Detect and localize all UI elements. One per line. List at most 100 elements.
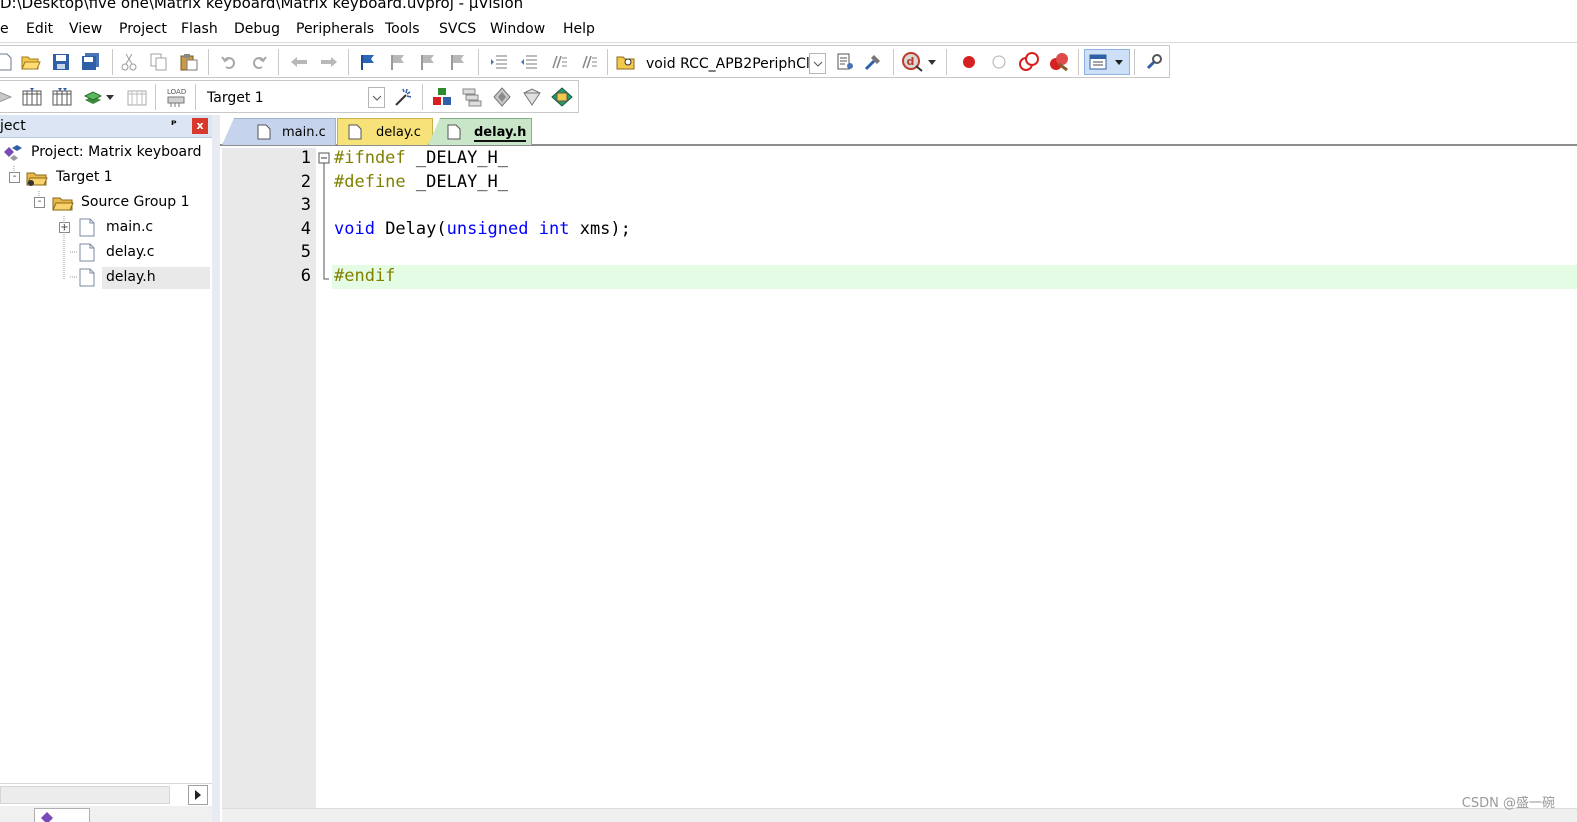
toolbar-build: LOAD Target 1 — [0, 80, 1577, 114]
redo-icon[interactable] — [248, 51, 270, 73]
close-icon[interactable]: x — [192, 118, 208, 134]
menu-window[interactable]: Window — [490, 21, 545, 37]
comment-icon[interactable] — [548, 51, 570, 73]
editor-horizontal-scrollbar[interactable] — [222, 808, 1577, 822]
find-in-files-icon[interactable] — [615, 51, 637, 73]
bookmark-icon[interactable] — [357, 51, 379, 73]
code-token: _DELAY_H_ — [405, 148, 509, 168]
breakpoints-kill-all-icon[interactable] — [1048, 51, 1070, 73]
find-replace-icon[interactable] — [863, 51, 885, 73]
function-combo[interactable]: void RCC_APB2PeriphClo — [646, 53, 826, 75]
code-token: #ifndef — [334, 148, 406, 168]
save-icon[interactable] — [50, 51, 72, 73]
chevron-down-icon[interactable] — [926, 51, 938, 73]
code-line[interactable]: #endif — [334, 266, 395, 286]
bookmark-clear-icon[interactable] — [447, 51, 469, 73]
code-editor[interactable] — [332, 148, 1577, 808]
toolbar-separator — [893, 49, 894, 75]
menu-peripherals[interactable]: Peripherals — [296, 21, 374, 37]
code-token: #endif — [334, 265, 396, 286]
chevron-down-icon[interactable] — [809, 53, 826, 74]
pin-icon[interactable]: ᴾ — [171, 118, 177, 132]
tools-wrench-icon[interactable] — [1143, 51, 1165, 73]
menu-debug[interactable]: Debug — [234, 21, 280, 37]
panel-splitter[interactable] — [212, 115, 220, 822]
select-device-icon[interactable] — [521, 86, 543, 108]
target-options-icon[interactable] — [392, 86, 414, 108]
tab-functions[interactable] — [150, 808, 198, 822]
run-time-env-icon[interactable] — [551, 86, 573, 108]
debug-session-icon[interactable]: d — [902, 51, 924, 73]
uncomment-icon[interactable] — [578, 51, 600, 73]
line-number: 5 — [300, 242, 311, 262]
code-token: xms); — [569, 218, 631, 239]
stop-build-icon[interactable] — [126, 86, 148, 108]
code-token: unsigned — [446, 218, 529, 239]
open-folder-icon[interactable] — [20, 51, 42, 73]
code-line[interactable]: void Delay(unsigned int xms); — [334, 219, 631, 239]
save-all-icon[interactable] — [80, 51, 102, 73]
window-layout-icon[interactable] — [1084, 49, 1130, 75]
tab-main-c[interactable]: main.c — [222, 118, 336, 145]
translate-icon[interactable] — [0, 86, 16, 108]
chevron-down-icon[interactable] — [104, 86, 116, 108]
tab-label: delay.h — [474, 125, 527, 142]
project-panel-title: ject — [0, 118, 26, 134]
nav-forward-icon[interactable] — [318, 51, 340, 73]
menu-flash[interactable]: Flash — [181, 21, 218, 37]
toolbar-separator — [278, 49, 279, 75]
project-horizontal-scrollbar[interactable] — [0, 783, 212, 805]
bookmark-prev-icon[interactable] — [387, 51, 409, 73]
line-number: 3 — [300, 195, 311, 215]
bookmark-next-icon[interactable] — [417, 51, 439, 73]
rebuild-icon[interactable] — [51, 86, 73, 108]
tab-delay-c[interactable]: delay.c — [337, 118, 433, 145]
menu-file[interactable]: e — [0, 21, 9, 37]
editor-tab-strip: main.c delay.c delay.h — [220, 115, 1577, 146]
manage-components-icon[interactable] — [431, 86, 453, 108]
code-line[interactable]: #define _DELAY_H_ — [334, 172, 508, 192]
download-icon[interactable]: LOAD — [165, 86, 187, 108]
batch-build-icon[interactable] — [82, 86, 104, 108]
tab-project[interactable] — [34, 808, 90, 822]
scroll-thumb[interactable] — [0, 786, 170, 804]
menu-tools[interactable]: Tools — [385, 21, 420, 37]
copy-icon[interactable] — [148, 51, 170, 73]
c-file-icon — [257, 124, 271, 144]
new-file-icon[interactable] — [0, 51, 16, 73]
code-line[interactable]: #ifndef _DELAY_H_ — [334, 148, 508, 168]
tab-delay-h[interactable]: delay.h — [428, 118, 532, 145]
tab-books[interactable] — [96, 808, 144, 822]
breakpoint-disable-icon[interactable] — [988, 51, 1010, 73]
paste-icon[interactable] — [178, 51, 200, 73]
menu-project[interactable]: Project — [119, 21, 167, 37]
tree-connector-lines — [13, 166, 78, 280]
configure-icon[interactable] — [834, 51, 856, 73]
chevron-down-icon[interactable] — [368, 87, 385, 108]
scroll-right-arrow-icon[interactable] — [188, 785, 208, 805]
svg-text:LOAD: LOAD — [167, 88, 186, 96]
build-icon[interactable] — [21, 86, 43, 108]
breakpoint-icon[interactable] — [958, 51, 980, 73]
menu-svcs[interactable]: SVCS — [439, 21, 476, 37]
menu-help[interactable]: Help — [563, 21, 595, 37]
window-title-bar: D:\Desktop\five one\Matrix keyboard\Matr… — [0, 0, 1577, 14]
target-combo-value: Target 1 — [207, 90, 264, 106]
target-combo[interactable]: Target 1 — [205, 87, 385, 109]
unindent-icon[interactable] — [518, 51, 540, 73]
fold-markers — [318, 152, 330, 280]
menu-edit[interactable]: Edit — [26, 21, 53, 37]
tab-label: main.c — [282, 125, 326, 140]
indent-icon[interactable] — [488, 51, 510, 73]
undo-icon[interactable] — [218, 51, 240, 73]
menu-view[interactable]: View — [69, 21, 102, 37]
nav-back-icon[interactable] — [288, 51, 310, 73]
pack-installer-icon[interactable] — [491, 86, 513, 108]
code-token: Delay( — [374, 218, 447, 239]
file-extensions-icon[interactable] — [461, 86, 483, 108]
line-number: 2 — [300, 171, 311, 192]
breakpoints-disable-all-icon[interactable] — [1018, 51, 1040, 73]
cut-icon[interactable] — [118, 51, 140, 73]
window-title: D:\Desktop\five one\Matrix keyboard\Matr… — [0, 0, 524, 12]
